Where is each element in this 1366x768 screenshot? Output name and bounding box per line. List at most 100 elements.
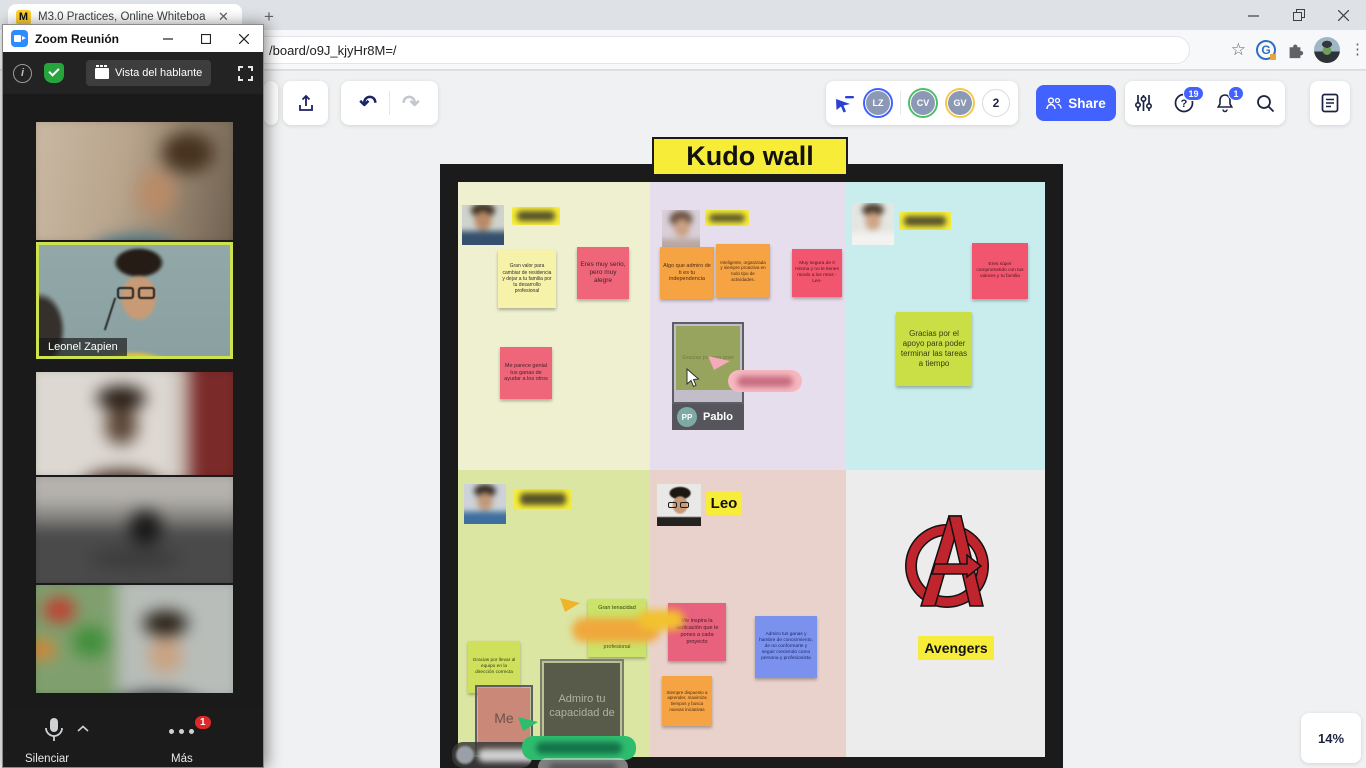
collab-cursor-pink xyxy=(708,354,730,370)
undo-redo-card: ↶ ↷ xyxy=(341,81,438,125)
sticky-note[interactable]: Gracias por el apoyo para poder terminar… xyxy=(896,312,972,386)
participant-video-4[interactable] xyxy=(36,477,233,583)
browser-menu-icon[interactable]: ⋮ xyxy=(1350,47,1360,53)
collab-cursor-green xyxy=(518,715,538,731)
info-icon[interactable]: i xyxy=(13,64,32,83)
collaborators-count[interactable]: 2 xyxy=(982,89,1010,117)
notifications-badge: 1 xyxy=(1228,86,1244,101)
browser-window-controls xyxy=(1231,0,1366,30)
participant-video-5[interactable] xyxy=(36,585,233,693)
section-member4[interactable]: Gran tenacidadprofesional Gracias por ll… xyxy=(458,470,650,757)
participant-video-active-speaker[interactable]: Leonel Zapien xyxy=(36,242,233,359)
settings-sliders-icon[interactable] xyxy=(1135,94,1152,112)
fullscreen-icon[interactable] xyxy=(238,66,253,81)
member2-nametag xyxy=(705,210,749,226)
microphone-icon[interactable] xyxy=(43,717,65,745)
zoom-close-button[interactable] xyxy=(225,25,263,52)
share-button[interactable]: Share xyxy=(1036,85,1116,121)
zoom-toolbar: i Vista del hablante xyxy=(3,52,263,94)
extension-g-icon[interactable]: G xyxy=(1256,40,1276,60)
close-button[interactable] xyxy=(1321,0,1366,30)
member3-nametag xyxy=(899,212,951,230)
security-shield-icon[interactable] xyxy=(44,63,64,83)
section-avengers[interactable]: Avengers xyxy=(846,470,1045,757)
search-icon[interactable] xyxy=(1256,94,1275,113)
collab-cursor-orange xyxy=(560,596,580,612)
miro-favicon: M xyxy=(16,10,31,25)
speaker-view-icon xyxy=(95,68,109,79)
zoom-controls-bar: Silenciar 1 Más xyxy=(3,709,263,767)
screen: M M3.0 Practices, Online Whiteboa ✕ + /b… xyxy=(0,0,1366,768)
more-label[interactable]: Más xyxy=(171,753,193,765)
redo-icon[interactable]: ↷ xyxy=(402,91,420,116)
participant-video-3[interactable] xyxy=(36,372,233,475)
section-member1[interactable]: Gran valor para cambiar de residencia y … xyxy=(458,182,650,470)
pablo-avatar: PP xyxy=(677,407,697,427)
notifications-bell-icon[interactable]: 1 xyxy=(1216,93,1234,113)
zoom-maximize-button[interactable] xyxy=(187,25,225,52)
sticky-note[interactable]: Inteligente, organizada y siempre proact… xyxy=(716,244,770,298)
profile-avatar[interactable] xyxy=(1314,37,1340,63)
sticky-note[interactable]: Siempre dispuesto a aprender, maximiza t… xyxy=(662,676,712,726)
avengers-logo xyxy=(901,508,997,614)
extensions-puzzle-icon[interactable] xyxy=(1286,41,1304,59)
tab-close-icon[interactable]: ✕ xyxy=(218,9,229,25)
speaker-view-button[interactable]: Vista del hablante xyxy=(86,60,211,86)
board-title[interactable]: Kudo wall xyxy=(652,137,848,176)
participant-video-1[interactable] xyxy=(36,122,233,240)
collaborators-card: LZ CV GV 2 xyxy=(826,81,1018,125)
toolbar-clipped-card xyxy=(264,81,278,125)
sticky-note[interactable]: Gran valor para cambiar de residencia y … xyxy=(498,250,556,308)
editor-pill-dark xyxy=(452,742,532,768)
section-member3[interactable]: Eres súper comprometido con tus valores … xyxy=(846,182,1045,470)
share-label: Share xyxy=(1068,96,1106,111)
zoom-level-indicator[interactable]: 14% xyxy=(1301,713,1361,763)
editor-label-pablo: PP Pablo xyxy=(672,404,744,430)
zoom-window-title: Zoom Reunión xyxy=(35,32,119,46)
sticky-note[interactable]: Algo que admiro de ti es tu independenci… xyxy=(660,247,714,299)
editor-pill-gray xyxy=(538,758,628,768)
avatar-gv[interactable]: GV xyxy=(945,88,975,118)
url-text: /board/o9J_kjyHr8M=/ xyxy=(269,43,397,58)
follow-cursor-icon[interactable] xyxy=(834,93,856,113)
member1-nametag xyxy=(512,207,560,225)
leo-nametag: Leo xyxy=(706,491,742,515)
sticky-note[interactable]: Me parece genial tus ganas de ayudar a l… xyxy=(500,347,552,399)
help-icon[interactable]: ? 19 xyxy=(1174,93,1194,113)
tab-title: M3.0 Practices, Online Whiteboa xyxy=(38,11,216,23)
zoom-window[interactable]: Zoom Reunión i Vista del hablante xyxy=(2,24,264,768)
sticky-note[interactable]: Admiro tus ganas y hambre de conocimient… xyxy=(755,616,817,678)
active-speaker-name: Leonel Zapien xyxy=(39,338,127,356)
address-bar[interactable]: /board/o9J_kjyHr8M=/ xyxy=(250,36,1190,64)
sticky-note[interactable]: Muy segura de ti misma y no le tienes mi… xyxy=(792,249,842,297)
more-badge: 1 xyxy=(195,716,211,729)
collab-name-pill-pink xyxy=(728,370,802,392)
undo-icon[interactable]: ↶ xyxy=(359,91,377,116)
team-nametag: Avengers xyxy=(918,636,994,660)
avatar-lz[interactable]: LZ xyxy=(863,88,893,118)
mouse-cursor xyxy=(686,368,700,388)
board-notes-button[interactable] xyxy=(1310,81,1350,125)
share-people-icon xyxy=(1046,97,1062,110)
avatar-cv[interactable]: CV xyxy=(908,88,938,118)
restore-button[interactable] xyxy=(1276,0,1321,30)
member2-avatar xyxy=(662,210,700,248)
minimize-button[interactable] xyxy=(1231,0,1276,30)
more-dots-icon[interactable] xyxy=(169,729,194,734)
collab-cursor-yellow-blur xyxy=(638,610,684,630)
zoom-camera-icon xyxy=(11,30,28,47)
section-member2[interactable]: Algo que admiro de ti es tu independenci… xyxy=(650,182,846,470)
section-leo[interactable]: Leo Me inspira la dedicación que le pone… xyxy=(650,470,846,757)
mute-label[interactable]: Silenciar xyxy=(25,753,69,765)
leo-avatar xyxy=(657,484,701,526)
member1-avatar xyxy=(462,205,504,245)
sticky-note[interactable]: Eres muy serio, pero muy alegre xyxy=(577,247,629,299)
export-icon xyxy=(296,93,316,113)
bookmark-star-icon[interactable]: ☆ xyxy=(1231,40,1246,60)
mic-options-chevron[interactable] xyxy=(77,725,89,733)
export-button[interactable] xyxy=(283,81,328,125)
zoom-minimize-button[interactable] xyxy=(149,25,187,52)
help-badge: 19 xyxy=(1183,86,1204,101)
sticky-note[interactable]: Eres súper comprometido con tus valores … xyxy=(972,243,1028,299)
zoom-titlebar[interactable]: Zoom Reunión xyxy=(3,25,263,52)
